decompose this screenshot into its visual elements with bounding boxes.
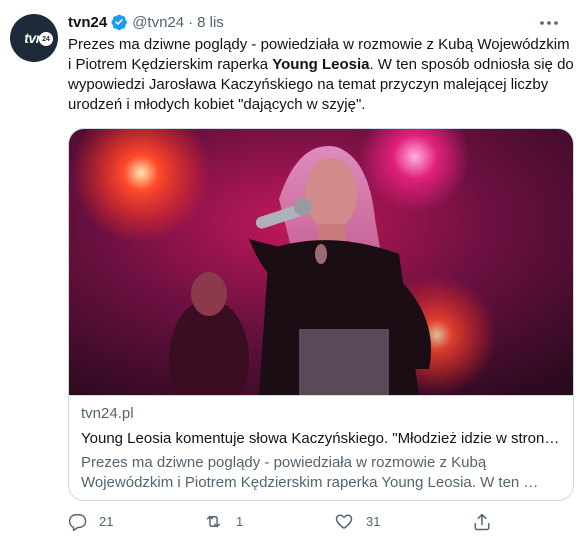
card-title: Young Leosia komentuje słowa Kaczyńskieg… — [81, 430, 565, 447]
tweet-text-bold: Young Leosia — [272, 56, 370, 73]
like-button[interactable]: 31 — [334, 512, 380, 531]
reply-icon — [68, 512, 87, 531]
author-handle[interactable]: @tvn24 — [132, 14, 184, 31]
more-options-button[interactable] — [534, 10, 564, 34]
share-button[interactable] — [472, 512, 492, 532]
avatar-logo-badge: 24 — [39, 32, 53, 46]
tweet-actions: 21 1 31 — [68, 512, 498, 536]
avatar[interactable]: tvn 24 — [10, 14, 58, 62]
retweet-button[interactable]: 1 — [203, 512, 243, 531]
tweet-timestamp[interactable]: 8 lis — [197, 14, 224, 31]
card-domain: tvn24.pl — [81, 405, 134, 422]
card-image — [69, 129, 573, 395]
separator-dot: · — [188, 13, 194, 31]
share-icon — [472, 512, 492, 532]
retweet-count: 1 — [236, 514, 244, 529]
tweet[interactable]: tvn 24 tvn24 @tvn24 · 8 lis Prezes ma dz… — [0, 0, 584, 543]
card-description: Prezes ma dziwne poglądy - powiedziała w… — [81, 454, 539, 491]
reply-button[interactable]: 21 — [68, 512, 113, 531]
more-icon — [539, 13, 559, 31]
link-card[interactable]: tvn24.pl Young Leosia komentuje słowa Ka… — [68, 128, 574, 501]
like-count: 31 — [366, 514, 381, 529]
verified-badge-icon — [110, 13, 128, 31]
retweet-icon — [203, 512, 224, 531]
tweet-text: Prezes ma dziwne poglądy - powiedziała w… — [68, 35, 574, 115]
tweet-header: tvn24 @tvn24 · 8 lis — [68, 12, 224, 32]
author-name[interactable]: tvn24 — [68, 14, 107, 31]
heart-icon — [334, 512, 354, 531]
reply-count: 21 — [99, 514, 114, 529]
card-divider — [69, 395, 573, 396]
